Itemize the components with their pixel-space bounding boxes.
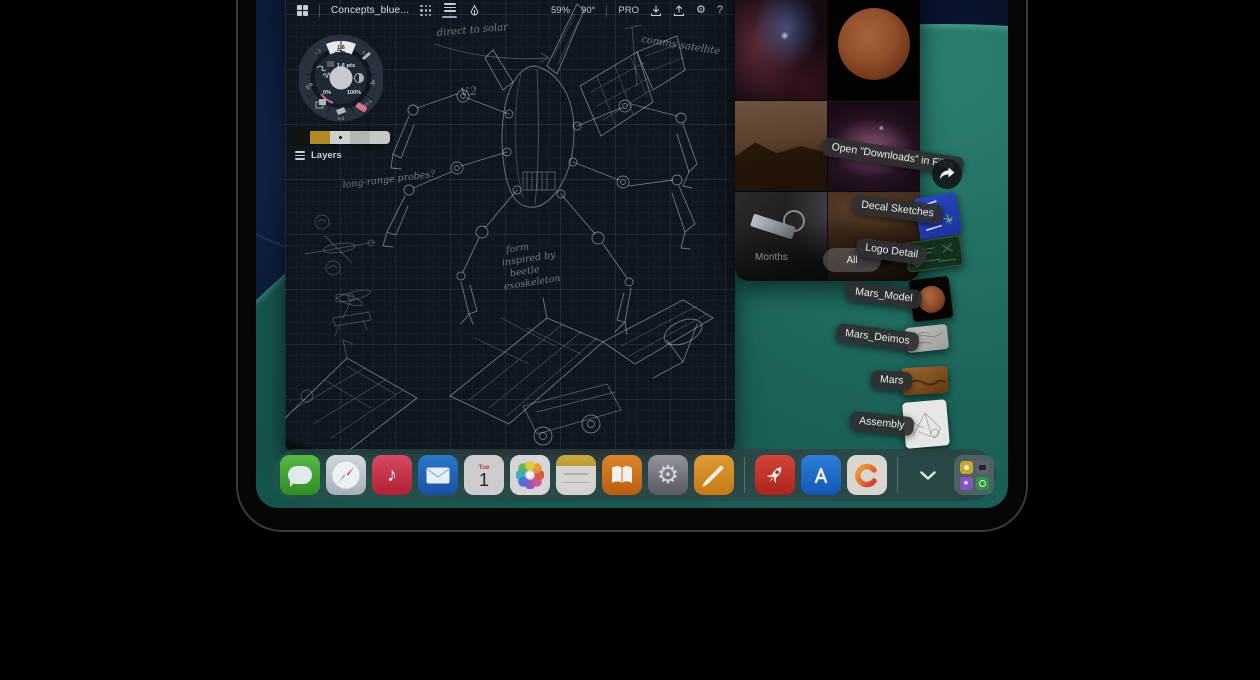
dock-collapse-button[interactable] [908, 455, 948, 495]
layers-icon [295, 151, 305, 160]
ring-size-4: 6.9 [338, 116, 345, 121]
app-library-grid: ★ [960, 461, 989, 490]
color-palette-strip[interactable] [290, 131, 390, 144]
calendar-day: 1 [479, 471, 489, 489]
swatch-gold[interactable] [310, 131, 330, 144]
annotation-version: V.2 [460, 84, 478, 99]
dock-app-rocket[interactable] [755, 455, 795, 495]
import-icon[interactable] [650, 5, 662, 17]
rotation-value[interactable]: 90° [581, 5, 595, 16]
precision-grid-icon[interactable] [420, 5, 431, 16]
dock: ♪ Tue 1 [272, 449, 996, 501]
zoom-level[interactable]: 59% [551, 5, 570, 16]
appstore-a-icon [808, 462, 834, 488]
concepts-c-icon [854, 462, 881, 489]
opacity-max-label: 100% [347, 90, 361, 96]
annotation-comms-satellite: comms satellite [641, 34, 721, 57]
mars-globe-image [838, 8, 910, 80]
swatch-mid-gray[interactable] [350, 131, 370, 144]
dock-app-appstore[interactable] [801, 455, 841, 495]
dock-app-notes[interactable] [556, 455, 596, 495]
photo-mars-surface[interactable] [735, 101, 827, 191]
dock-divider [744, 457, 745, 493]
messages-bubble-icon [288, 466, 312, 484]
library-tile-camera [976, 461, 989, 474]
chevron-down-icon [920, 471, 936, 480]
dock-app-library[interactable]: ★ [954, 455, 994, 495]
ipad-device: direct to solar comms satellite V.2 long… [236, 0, 1028, 532]
swatch-light-gray[interactable] [330, 131, 350, 144]
dock-app-mail[interactable] [418, 455, 458, 495]
safari-compass-icon [331, 460, 361, 490]
notes-header-strip [556, 455, 596, 466]
stroke-size-label: 1.6 pts [337, 63, 355, 69]
tab-months[interactable]: Months [755, 252, 788, 263]
linea-pen-icon [704, 465, 723, 484]
toolbar-divider [319, 5, 320, 17]
tool-wheel[interactable]: 1.6 1.3 5.5 14.5 6.9 A Pa 1.6 pts 0% [299, 22, 383, 124]
settings-gear-icon[interactable]: ⚙ [696, 5, 706, 16]
dock-app-photos[interactable] [510, 455, 550, 495]
opacity-min-label: 0% [323, 90, 331, 96]
dock-app-settings[interactable]: ⚙ [648, 455, 688, 495]
layers-button[interactable]: Layers [295, 150, 342, 161]
dock-app-music[interactable]: ♪ [372, 455, 412, 495]
ipad-screen: direct to solar comms satellite V.2 long… [256, 0, 1008, 508]
drag-label-mars[interactable]: Mars [871, 370, 913, 391]
rocket-icon [758, 458, 792, 492]
dock-app-safari[interactable] [326, 455, 366, 495]
share-button[interactable] [932, 159, 962, 189]
concepts-app-window[interactable]: direct to solar comms satellite V.2 long… [285, 0, 735, 455]
forward-arrow-icon [938, 166, 956, 182]
concepts-toolbar: Concepts_blue... 59% 90° PRO ⚙ ? [285, 0, 735, 21]
dock-app-books[interactable] [602, 455, 642, 495]
dock-app-messages[interactable] [280, 455, 320, 495]
layers-label: Layers [311, 150, 342, 161]
photo-mars-globe[interactable] [828, 0, 920, 100]
gallery-icon[interactable] [297, 5, 308, 16]
library-tile-green [976, 477, 989, 490]
dock-app-concepts[interactable] [847, 455, 887, 495]
dock-app-calendar[interactable]: Tue 1 [464, 455, 504, 495]
dock-app-linea[interactable] [694, 455, 734, 495]
pen-mode-icon[interactable] [468, 4, 481, 17]
photo-flame-nebula[interactable] [735, 0, 827, 100]
pro-badge[interactable]: PRO [618, 5, 639, 16]
swatch-black[interactable] [290, 131, 310, 144]
library-tile-star: ★ [960, 477, 973, 490]
mail-envelope-icon [426, 467, 450, 484]
music-note-icon: ♪ [387, 464, 397, 487]
photos-flower-icon [516, 461, 544, 489]
swatch-white[interactable] [370, 131, 390, 144]
layers-menu-icon[interactable] [442, 3, 457, 18]
toolbar-divider [606, 5, 607, 17]
help-icon[interactable]: ? [717, 5, 723, 16]
export-icon[interactable] [673, 5, 685, 17]
dock-divider [897, 457, 898, 493]
notes-line [564, 473, 588, 475]
selected-swatch-dot [339, 136, 342, 139]
document-title[interactable]: Concepts_blue... [331, 5, 409, 16]
library-tile-yellow [960, 461, 973, 474]
notes-line [564, 482, 588, 484]
settings-gear-glyph: ⚙ [657, 460, 679, 490]
annotation-direct-to-solar: direct to solar [436, 22, 509, 39]
annotation-probes: long-range probes? [342, 169, 437, 191]
books-icon [610, 465, 634, 485]
